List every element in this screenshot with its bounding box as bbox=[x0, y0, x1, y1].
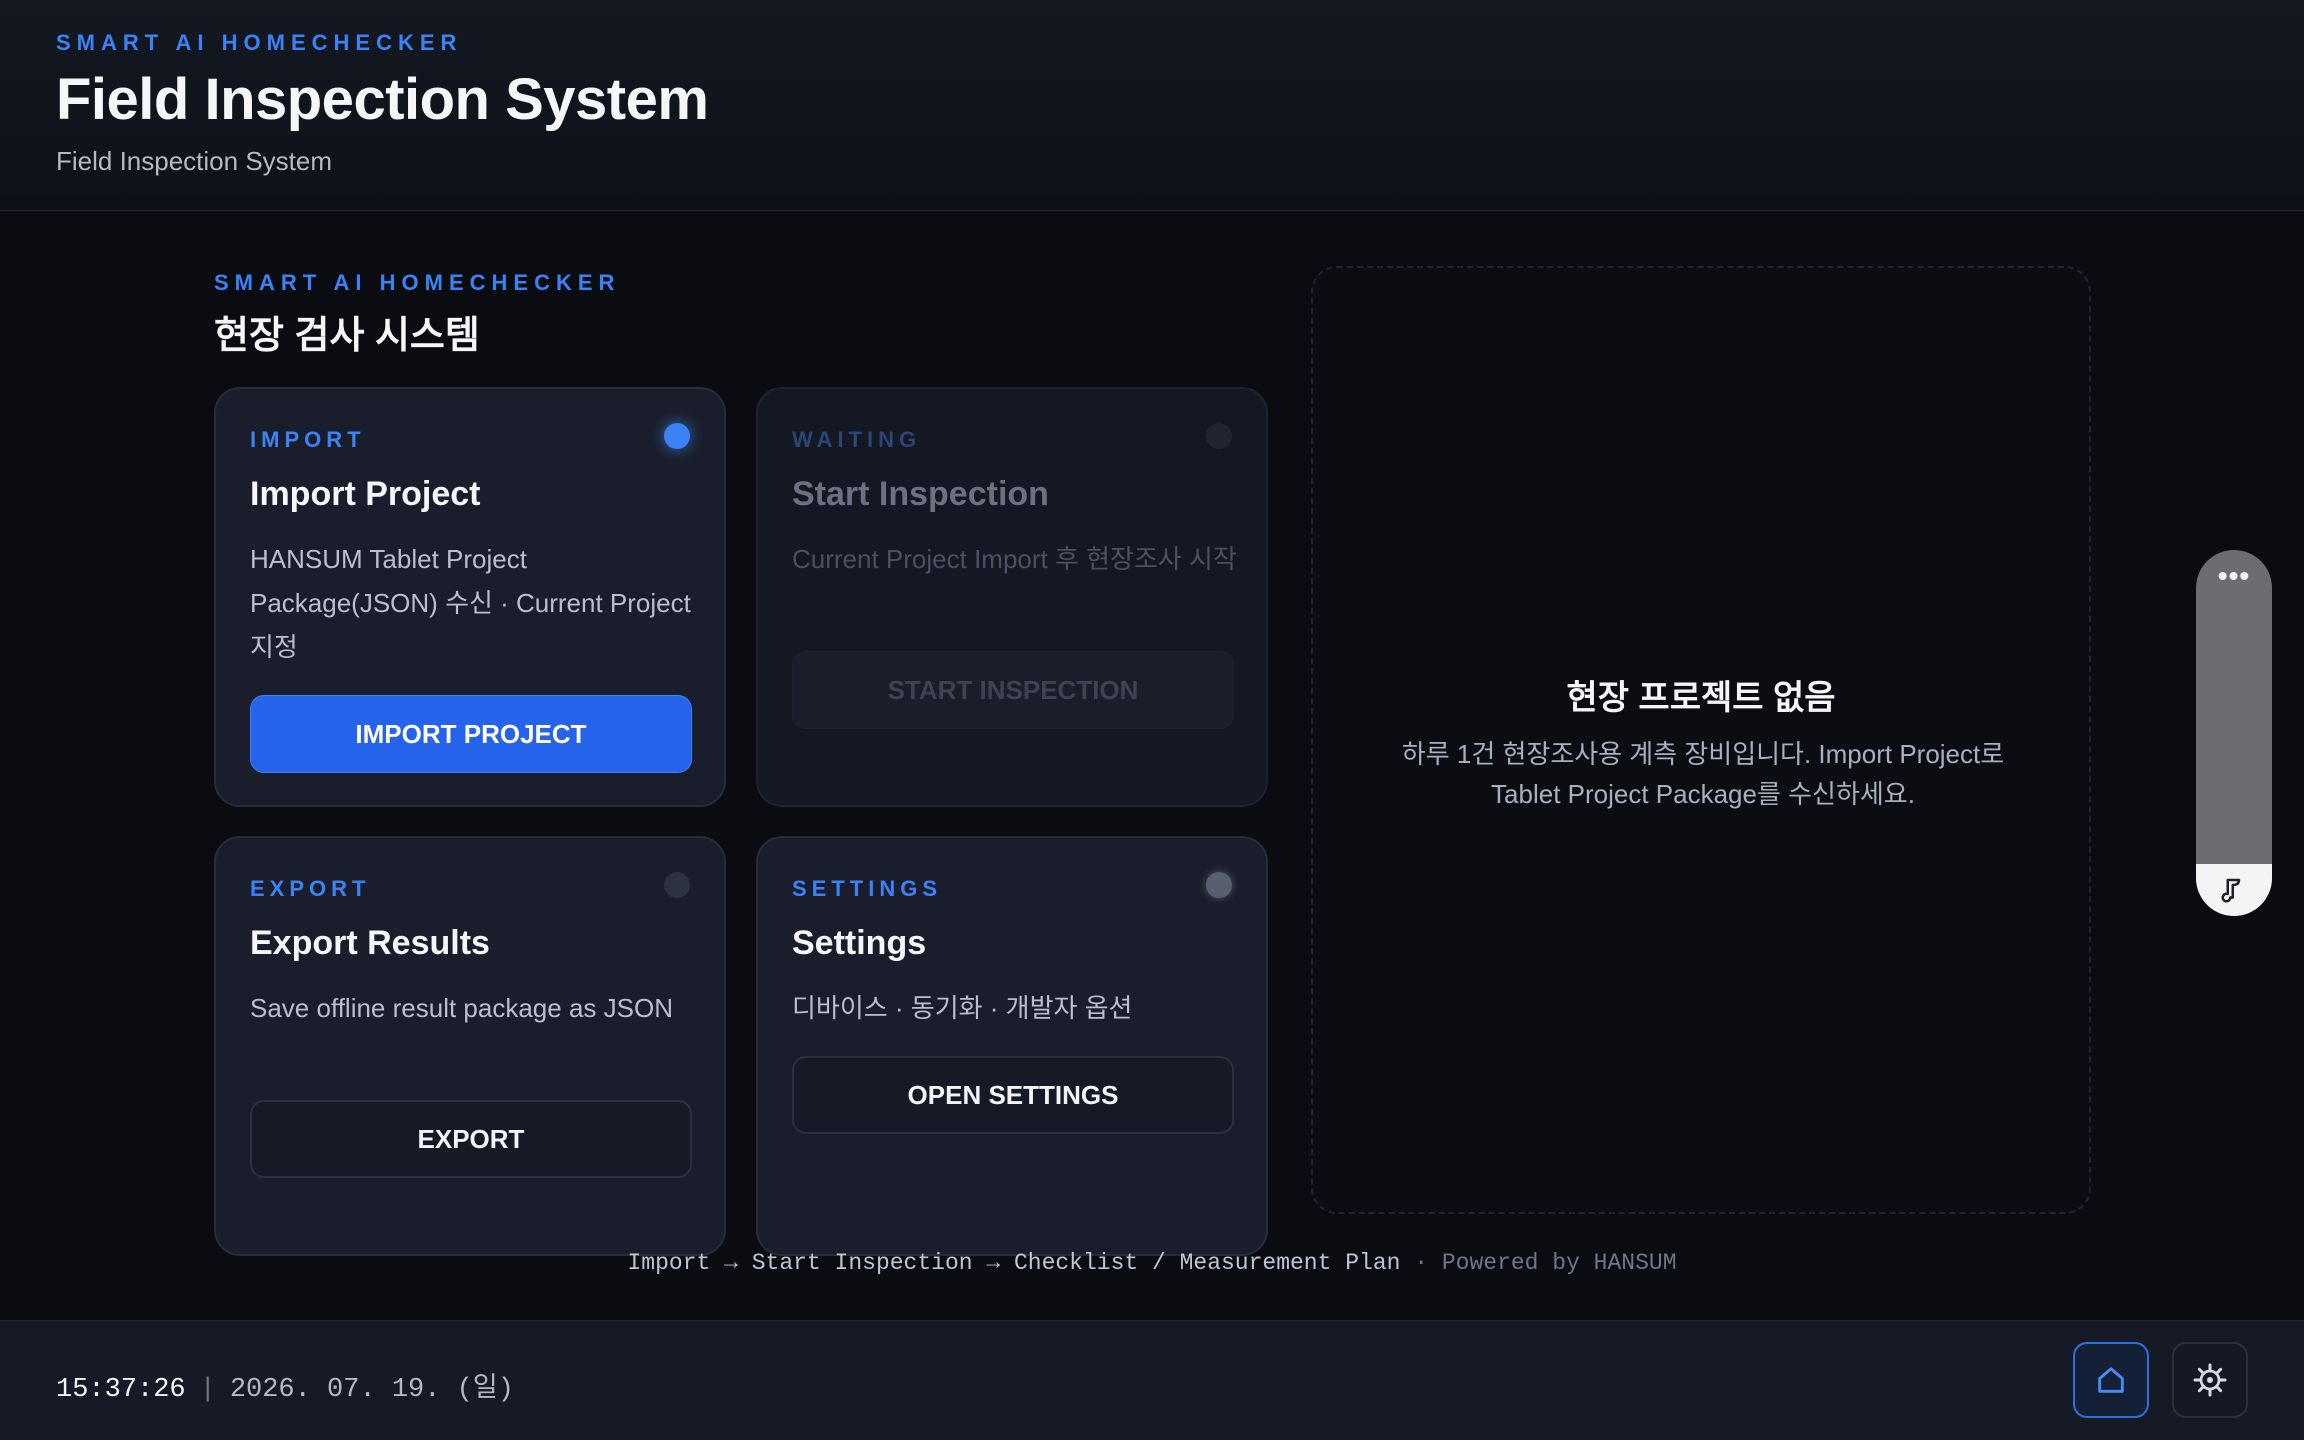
settings-card-title: Settings bbox=[792, 924, 927, 962]
empty-state-description: 하루 1건 현장조사용 계측 장비입니다. Import Project로 Ta… bbox=[1401, 739, 2005, 809]
powered-by: Powered by HANSUM bbox=[1441, 1250, 1677, 1276]
import-card-description: HANSUM Tablet Project Package(JSON) 수신 ·… bbox=[250, 544, 691, 662]
start-inspection-card: WAITING Start Inspection Current Project… bbox=[756, 387, 1268, 807]
home-button[interactable] bbox=[2073, 1342, 2149, 1418]
app-header: SMART AI HOMECHECKER Field Inspection Sy… bbox=[0, 0, 2304, 211]
start-status-dot bbox=[1206, 423, 1232, 449]
page-subtitle: Field Inspection System bbox=[56, 146, 333, 176]
export-card-description: Save offline result package as JSON bbox=[250, 993, 673, 1023]
workflow-line: Import → Start Inspection → Checklist / … bbox=[0, 1250, 2304, 1276]
bottom-status-bar: 15:37:26 | 2026. 07. 19. (일) bbox=[0, 1320, 2304, 1440]
settings-card: SETTINGS Settings 디바이스 · 동기화 · 개발자 옵션 OP… bbox=[756, 836, 1268, 1256]
settings-card-kicker: SETTINGS bbox=[792, 876, 943, 901]
import-card: IMPORT Import Project HANSUM Tablet Proj… bbox=[214, 387, 726, 807]
export-card-kicker: EXPORT bbox=[250, 876, 371, 901]
export-card: EXPORT Export Results Save offline resul… bbox=[214, 836, 726, 1256]
clock-separator: | bbox=[199, 1375, 216, 1405]
page-title: Field Inspection System bbox=[56, 67, 709, 132]
more-icon[interactable]: ••• bbox=[2196, 560, 2272, 592]
start-inspection-button[interactable]: START INSPECTION bbox=[792, 651, 1234, 729]
section-title: 현장 검사 시스템 bbox=[214, 315, 480, 357]
section-kicker: SMART AI HOMECHECKER bbox=[214, 270, 621, 295]
workflow-separator: · bbox=[1400, 1250, 1442, 1276]
home-icon bbox=[2098, 1367, 2124, 1393]
settings-status-dot bbox=[1206, 872, 1232, 898]
start-card-description: Current Project Import 후 현장조사 시작 bbox=[792, 544, 1237, 574]
export-card-title: Export Results bbox=[250, 924, 490, 962]
music-note-icon[interactable] bbox=[2196, 864, 2272, 916]
export-button[interactable]: EXPORT bbox=[250, 1100, 692, 1178]
clock-time: 15:37:26 bbox=[56, 1375, 186, 1405]
settings-button[interactable] bbox=[2172, 1342, 2248, 1418]
gear-icon bbox=[2193, 1363, 2227, 1397]
import-card-kicker: IMPORT bbox=[250, 427, 366, 452]
project-panel: 현장 프로젝트 없음 하루 1건 현장조사용 계측 장비입니다. Import … bbox=[1311, 266, 2091, 1214]
floating-side-handle[interactable]: ••• bbox=[2196, 550, 2272, 916]
workflow-steps: Import → Start Inspection → Checklist / … bbox=[627, 1250, 1401, 1276]
start-card-kicker: WAITING bbox=[792, 427, 922, 452]
clock: 15:37:26 | 2026. 07. 19. (일) bbox=[56, 1365, 514, 1405]
open-settings-button[interactable]: OPEN SETTINGS bbox=[792, 1056, 1234, 1134]
settings-card-description: 디바이스 · 동기화 · 개발자 옵션 bbox=[792, 993, 1133, 1023]
import-card-title: Import Project bbox=[250, 475, 481, 513]
import-project-button[interactable]: IMPORT PROJECT bbox=[250, 695, 692, 773]
start-card-title: Start Inspection bbox=[792, 475, 1049, 513]
clock-date: 2026. 07. 19. (일) bbox=[229, 1375, 514, 1405]
empty-state-title: 현장 프로젝트 없음 bbox=[1566, 679, 1836, 717]
header-kicker: SMART AI HOMECHECKER bbox=[56, 30, 463, 55]
export-status-dot bbox=[664, 872, 690, 898]
import-status-dot bbox=[664, 423, 690, 449]
